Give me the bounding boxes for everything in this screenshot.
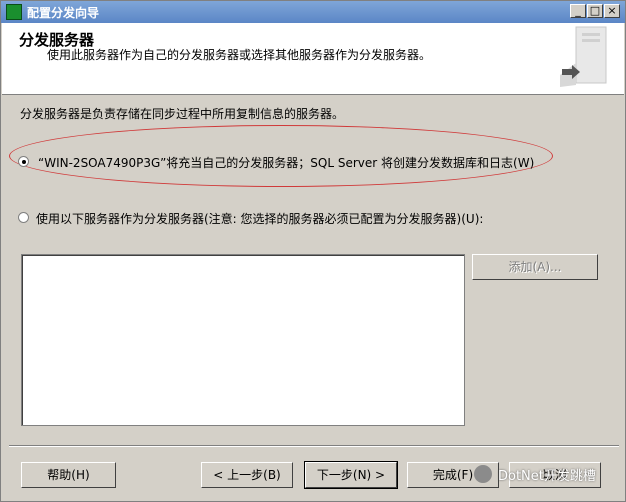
add-server-button[interactable]: 添加(A)... bbox=[472, 254, 598, 280]
option-other-distributor-radio[interactable] bbox=[18, 212, 29, 223]
help-button[interactable]: 帮助(H) bbox=[21, 462, 116, 488]
option-own-distributor-radio[interactable] bbox=[18, 156, 29, 167]
wechat-icon bbox=[474, 465, 492, 483]
distributor-server-list[interactable] bbox=[21, 254, 465, 426]
next-button[interactable]: 下一步(N) > bbox=[304, 461, 398, 489]
footer-separator bbox=[9, 445, 619, 447]
watermark-text: DotNet开发跳槽 bbox=[498, 469, 596, 484]
page-subtitle: 使用此服务器作为自己的分发服务器或选择其他服务器作为分发服务器。 bbox=[47, 48, 432, 62]
option-own-distributor-label[interactable]: “WIN-2SOA7490P3G”将充当自己的分发服务器；SQL Server … bbox=[38, 154, 534, 171]
option-other-distributor-label[interactable]: 使用以下服务器作为分发服务器(注意: 您选择的服务器必须已配置为分发服务器)(U… bbox=[36, 210, 483, 227]
title-bar[interactable]: 配置分发向导 _ □ × bbox=[1, 1, 625, 23]
wizard-window: 配置分发向导 _ □ × 分发服务器 使用此服务器作为自己的分发服务器或选择其他… bbox=[0, 0, 626, 502]
maximize-button[interactable]: □ bbox=[587, 4, 603, 18]
app-icon bbox=[6, 4, 22, 20]
radio-selected-dot bbox=[22, 160, 26, 164]
window-title: 配置分发向导 bbox=[27, 6, 100, 20]
wizard-header: 分发服务器 使用此服务器作为自己的分发服务器或选择其他服务器作为分发服务器。 bbox=[2, 23, 624, 95]
watermark: DotNet开发跳槽 bbox=[474, 457, 624, 493]
back-button[interactable]: < 上一步(B) bbox=[201, 462, 293, 488]
description-text: 分发服务器是负责存储在同步过程中所用复制信息的服务器。 bbox=[20, 107, 345, 121]
minimize-button[interactable]: _ bbox=[570, 4, 586, 18]
close-button[interactable]: × bbox=[604, 4, 620, 18]
server-illustration-icon bbox=[560, 26, 607, 87]
